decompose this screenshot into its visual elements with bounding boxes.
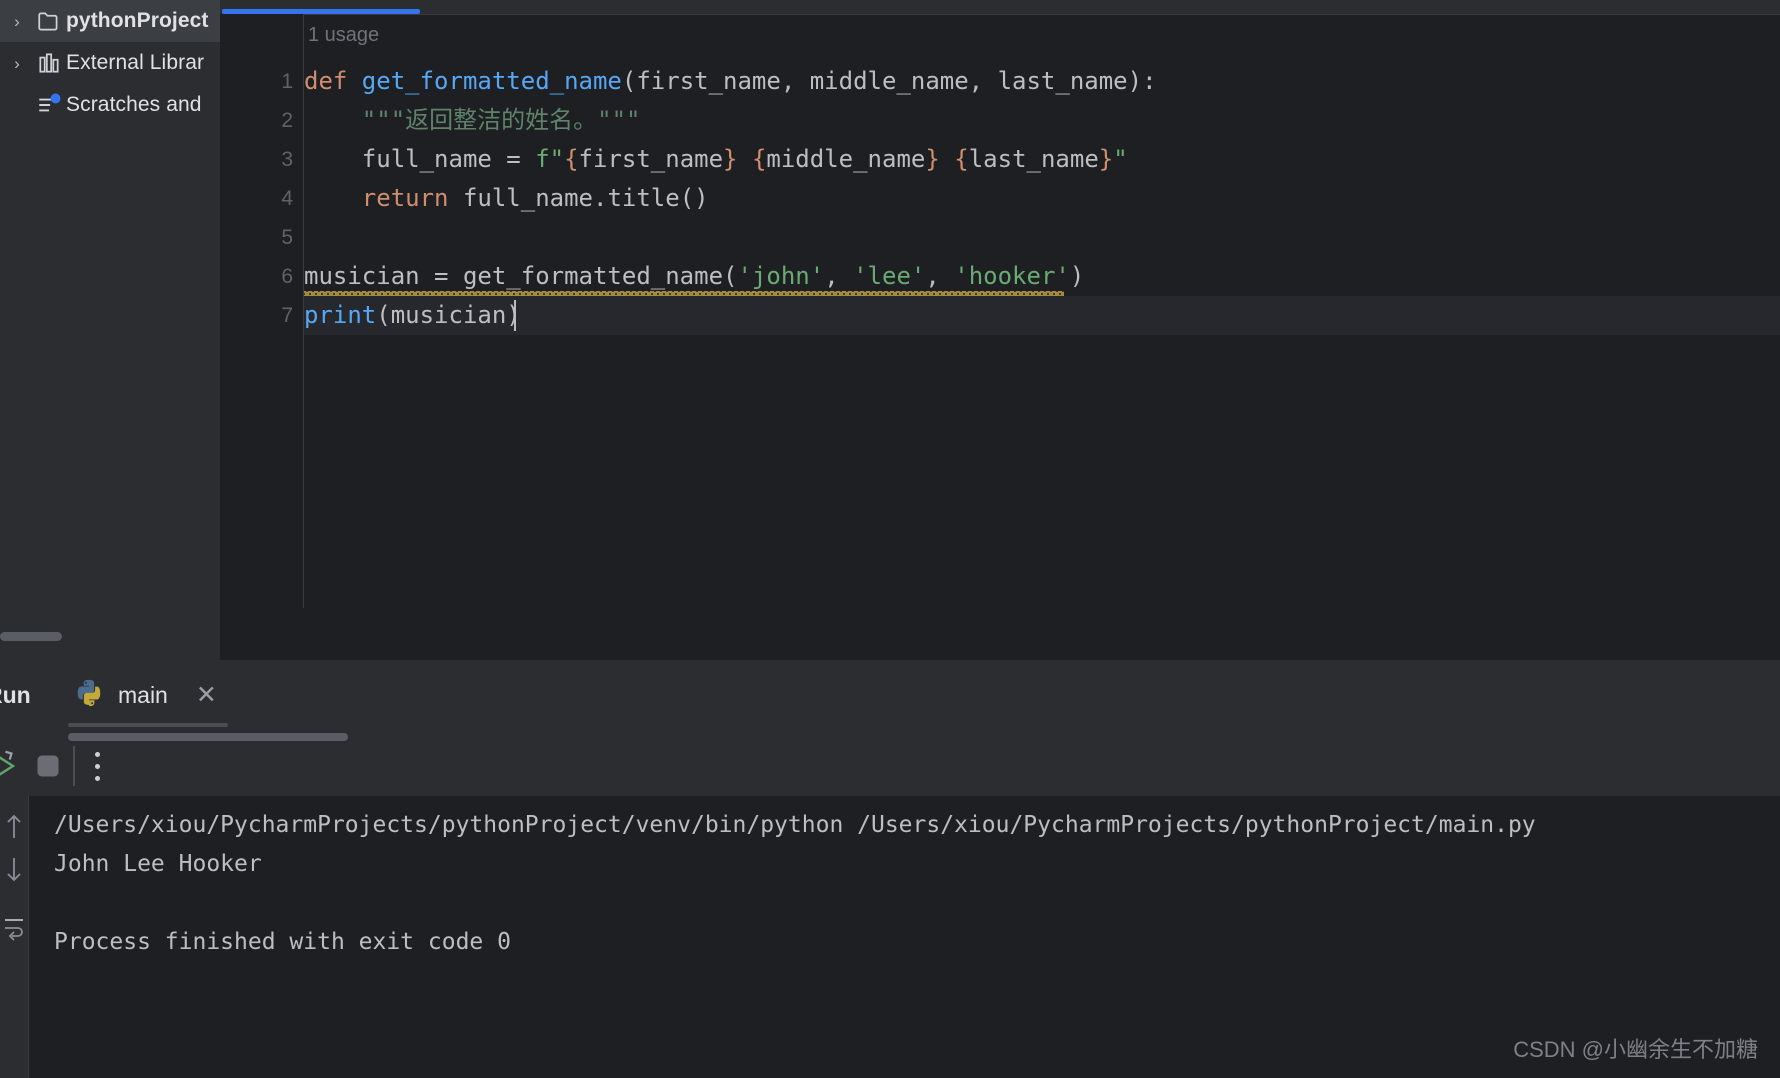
code-token: } [1098,145,1114,173]
editor-bottom-strip [220,608,1780,660]
code-token: , [925,262,955,290]
tree-item-1[interactable]: › External Librar [0,42,220,84]
code-line-4[interactable]: return full_name.title() [304,179,709,218]
code-token: get_formatted_name [361,67,622,95]
editor-area: 1234567 1 usage def get_formatted_name(f… [220,0,1780,660]
code-token: first_name [578,145,724,173]
code-token: full_name = [304,145,536,173]
run-tool-window: Run main ✕ [0,660,1780,1078]
project-tool-window: › pythonProject › External Librar ›Scratches… [0,0,220,660]
stop-button[interactable] [30,748,66,784]
code-token: musician = get_formatted_name( [304,262,738,290]
library-icon [32,50,66,76]
sidebar-horizontal-scrollbar[interactable] [0,632,62,641]
console-line-3: Process finished with exit code 0 [54,929,511,955]
tree-item-label: External Librar [66,51,205,74]
tree-expand-arrow[interactable]: › [2,13,32,30]
code-token: last_name [968,145,1099,173]
code-token: ) [1069,262,1085,290]
code-token: { [564,145,579,173]
code-text-area[interactable]: def get_formatted_name(first_name, middl… [304,14,1780,608]
run-window-title: Run [0,682,31,708]
code-token: { [751,145,767,173]
console-line-0: /Users/xiou/PycharmProjects/pythonProjec… [54,812,1536,838]
tree-item-label: pythonProject [66,9,209,32]
code-token: print [304,301,377,329]
project-tree: › pythonProject › External Librar ›Scratches… [0,0,220,126]
line-number-1: 1 [281,70,293,93]
code-line-7[interactable]: print(musician) [304,296,521,335]
close-icon[interactable]: ✕ [196,682,217,708]
line-number-7: 7 [281,304,293,327]
current-line-highlight [304,296,1780,335]
run-toolbar [0,732,1780,796]
run-tab-active-underline [68,723,228,727]
code-line-3[interactable]: full_name = f"{first_name} {middle_name}… [304,140,1128,179]
scroll-down-icon[interactable] [2,852,26,893]
pycharm-window: › pythonProject › External Librar ›Scratches… [0,0,1780,1078]
line-number-5: 5 [281,226,293,249]
watermark-text: CSDN @小幽余生不加糖 [1513,1037,1758,1062]
tree-expand-arrow[interactable]: › [2,55,32,72]
scroll-up-icon[interactable] [2,808,26,849]
rerun-button[interactable] [0,748,22,784]
tree-item-0[interactable]: › pythonProject [0,0,220,42]
code-token: 'john' [737,262,825,290]
console-line-1: John Lee Hooker [54,851,262,877]
python-logo-icon [74,678,104,713]
code-token: """返回整洁的姓名。""" [304,106,641,134]
code-token: def [304,67,362,95]
tree-item-2[interactable]: ›Scratches and [0,84,220,126]
code-token: middle_name [766,145,926,173]
line-number-3: 3 [281,148,293,171]
tree-item-label: Scratches and [66,93,202,116]
line-number-6: 6 [281,265,293,288]
run-configuration-tab[interactable]: main ✕ [68,670,223,720]
editor-gutter[interactable]: 1 2 3 4 5 6 7 [220,14,303,608]
code-token: 'hooker' [954,262,1070,290]
code-token: (musician) [376,301,521,329]
code-line-1[interactable]: def get_formatted_name(first_name, middl… [304,62,1157,101]
scratches-icon [32,92,66,118]
code-token: } [723,145,738,173]
console-gutter [0,796,28,1078]
editor-tab-strip [220,0,1780,14]
editor-bottom-gutter [220,608,303,660]
editor-body[interactable]: 1234567 1 usage def get_formatted_name(f… [220,14,1780,608]
run-toolbar-scrollbar[interactable] [68,733,348,741]
toolbar-separator [73,746,75,786]
code-token: } [925,145,940,173]
soft-wrap-icon[interactable] [2,912,26,947]
folder-icon [32,8,66,34]
line-number-2: 2 [281,109,293,132]
code-line-2[interactable]: """返回整洁的姓名。""" [304,101,641,140]
code-token: 'lee' [853,262,926,290]
code-token: f" [535,145,565,173]
code-token: , [824,262,854,290]
run-header: Run main ✕ [0,660,1780,732]
line-number-4: 4 [281,187,293,210]
code-token: { [954,145,969,173]
code-token: " [1113,145,1128,173]
run-tab-label: main [118,681,168,708]
code-token: full_name.title() [462,184,709,212]
code-token: (first_name, middle_name, last_name): [621,67,1157,95]
text-caret [514,300,516,331]
code-token: return [304,184,463,212]
more-options-icon[interactable] [95,752,100,781]
